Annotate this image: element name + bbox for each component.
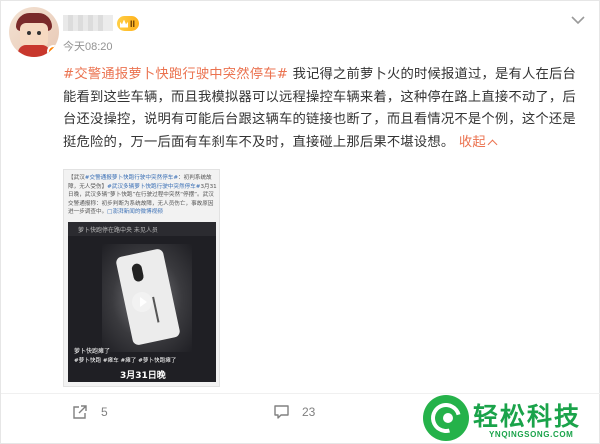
username-blurred[interactable]	[63, 15, 103, 31]
share-count: 5	[101, 405, 108, 419]
avatar-eye	[27, 31, 31, 35]
post-timestamp[interactable]: 今天08:20	[63, 38, 113, 54]
video-date-caption: 3月31日晚	[120, 371, 166, 381]
chevron-up-icon	[487, 139, 498, 149]
video-hashtags: #萝卜快跑 #瘫车 #瘫了 #萝卜快跑瘫了	[74, 358, 177, 364]
collapse-label: 收起	[458, 134, 486, 150]
verified-badge-icon	[47, 45, 59, 57]
username-blurred-tail[interactable]	[103, 15, 113, 31]
share-icon	[73, 405, 87, 419]
play-icon[interactable]	[132, 292, 152, 312]
comment-icon	[274, 405, 289, 419]
video-thumbnail[interactable]: 萝卜快跑停在路中央 未见人员 萝卜快跑瘫了 #萝卜快跑 #瘫车 #瘫了 #萝卜快…	[68, 222, 216, 382]
level-badge-label: II	[130, 18, 136, 29]
avatar-eye	[37, 31, 41, 35]
image-video-link: □澎湃新闻的微博视频	[107, 209, 163, 216]
avatar[interactable]	[9, 7, 59, 57]
image-text-prefix: 【武汉	[68, 175, 85, 181]
hashtag-link[interactable]: #交警通报萝卜快跑行驶中突然停车#	[63, 67, 288, 82]
watermark-logo-dot	[443, 413, 453, 423]
watermark-title: 轻松科技	[473, 402, 582, 431]
post-body: #交警通报萝卜快跑行驶中突然停车# 我记得之前萝卜火的时候报道过，是有人在后台能…	[63, 64, 588, 154]
image-hashtag-2: #武汉多辆萝卜快跑行驶中突然停车#	[107, 183, 201, 190]
video-object-line	[152, 296, 160, 323]
post-image[interactable]: 【武汉#交警通报萝卜快跑行驶中突然停车#：初判系统故障，无人受伤】#武汉多辆萝卜…	[63, 169, 220, 387]
video-top-caption: 萝卜快跑停在路中央 未见人员	[78, 227, 158, 234]
image-text: 【武汉#交警通报萝卜快跑行驶中突然停车#：初判系统故障，无人受伤】#武汉多辆萝卜…	[68, 174, 218, 217]
share-button[interactable]: 5	[72, 403, 108, 421]
watermark-logo-icon	[423, 395, 469, 441]
video-caption: 萝卜快跑瘫了	[74, 348, 111, 355]
avatar-body	[18, 45, 50, 57]
collapse-button[interactable]: 收起	[458, 134, 498, 150]
chevron-down-icon[interactable]	[571, 15, 585, 25]
crown-icon	[120, 19, 128, 28]
weibo-post-card: II 今天08:20 #交警通报萝卜快跑行驶中突然停车# 我记得之前萝卜火的时候…	[0, 0, 600, 444]
level-badge[interactable]: II	[117, 16, 140, 31]
comment-button[interactable]: 23	[273, 403, 315, 421]
watermark-subtitle: YNQINGSONG.COM	[489, 430, 574, 439]
image-hashtag: #交警通报萝卜快跑行驶中突然停车#	[84, 175, 179, 181]
video-object-detail	[130, 262, 145, 283]
comment-count: 23	[302, 405, 316, 419]
site-watermark: 轻松科技 YNQINGSONG.COM	[415, 391, 600, 444]
avatar-face	[20, 23, 48, 47]
